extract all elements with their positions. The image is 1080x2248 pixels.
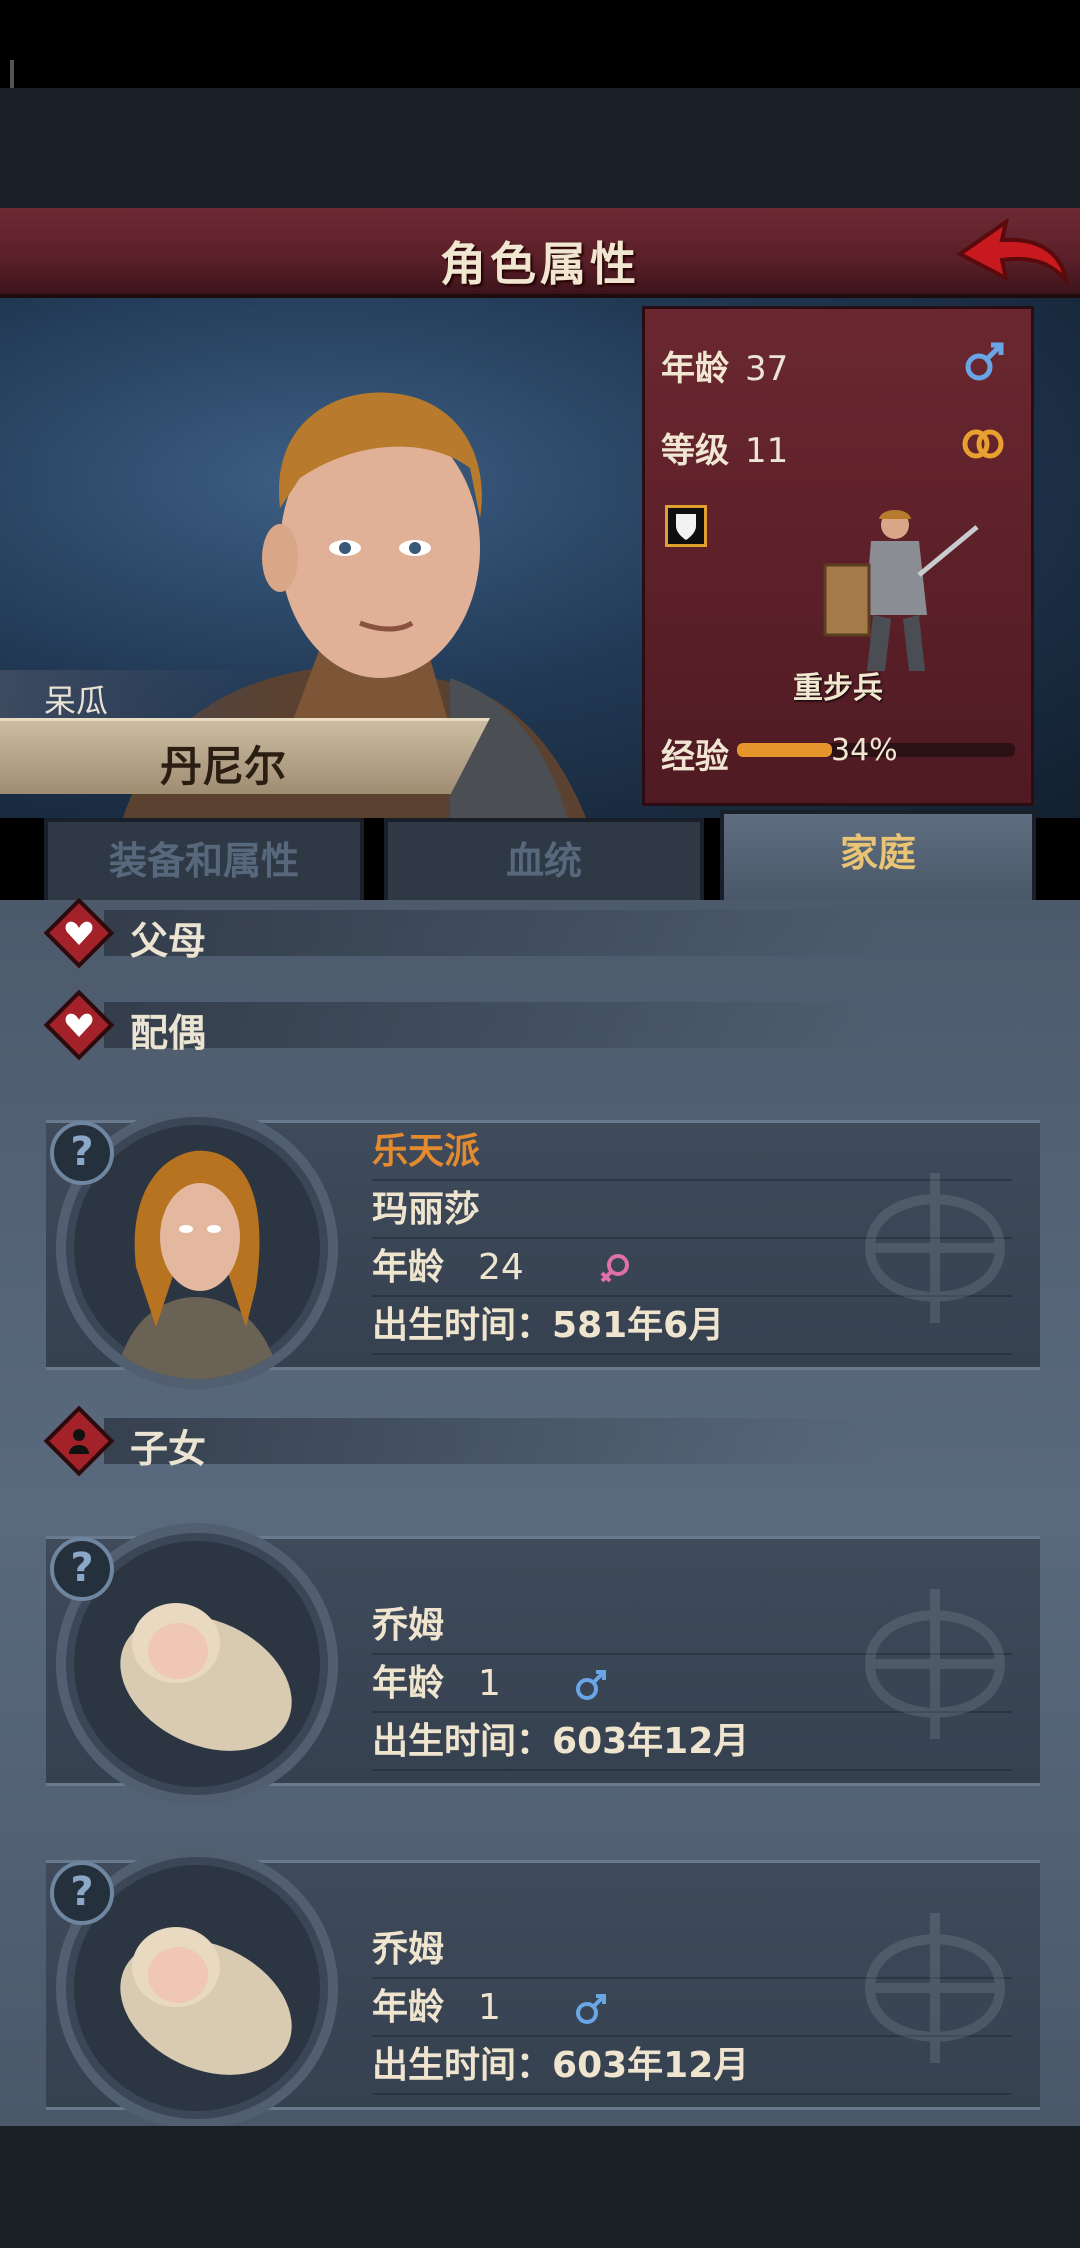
male-icon bbox=[576, 1670, 607, 1700]
character-name: 丹尼尔 bbox=[160, 742, 287, 791]
parents-label: 父母 bbox=[130, 919, 207, 963]
tab-equipment[interactable]: 装备和属性 bbox=[44, 818, 364, 904]
child-age-value: 1 bbox=[478, 1663, 501, 1704]
female-icon bbox=[600, 1254, 630, 1283]
knot-ornament bbox=[864, 1913, 1006, 2063]
shield-icon[interactable] bbox=[665, 505, 707, 547]
title-bar: 角色属性 bbox=[0, 208, 1080, 298]
tab-bar: 装备和属性 血统 家庭 bbox=[44, 810, 1044, 904]
page-title: 角色属性 bbox=[440, 237, 640, 291]
section-band bbox=[104, 1002, 884, 1048]
heart-icon bbox=[65, 1013, 93, 1037]
child-age-label: 年龄 bbox=[372, 1987, 445, 2028]
tab-lineage[interactable]: 血统 bbox=[384, 818, 704, 904]
child-card[interactable]: ? 乔姆 年龄 1 出生时间：603年12月 bbox=[46, 1523, 1040, 1805]
question-icon[interactable]: ? bbox=[50, 1861, 114, 1925]
male-icon bbox=[965, 342, 1004, 381]
family-content: 父母 配偶 ? 乐天派 玛丽莎 年龄 24 出生时间：581年6月 子女 ? 乔… bbox=[0, 897, 1080, 2129]
knot-ornament bbox=[864, 1589, 1006, 1739]
level-value: 11 bbox=[745, 431, 789, 471]
heart-icon bbox=[65, 921, 93, 945]
stat-panel: 年龄 37 等级 11 重步兵 经验 34% bbox=[642, 306, 1034, 806]
age-row: 年龄 37 bbox=[661, 341, 788, 390]
spouse-birth-label: 出生时间： bbox=[372, 1305, 553, 1346]
section-band bbox=[104, 1418, 884, 1464]
child-birth-label: 出生时间： bbox=[372, 1721, 553, 1762]
section-band bbox=[104, 910, 884, 956]
question-icon[interactable]: ? bbox=[50, 1121, 114, 1185]
spouse-label: 配偶 bbox=[130, 1011, 207, 1055]
spouse-age-label: 年龄 bbox=[372, 1247, 445, 1288]
knot-ornament bbox=[864, 1173, 1006, 1323]
soldier-figure bbox=[823, 510, 979, 671]
exp-percent: 34% bbox=[831, 733, 898, 768]
marriage-ring-icon bbox=[962, 429, 1004, 459]
back-button[interactable] bbox=[952, 216, 1072, 292]
spouse-birth-value: 581年6月 bbox=[552, 1305, 725, 1346]
child-birth-value: 603年12月 bbox=[552, 1721, 750, 1762]
children-label: 子女 bbox=[130, 1427, 207, 1471]
age-value: 37 bbox=[745, 349, 789, 389]
child-birth-value: 603年12月 bbox=[552, 2045, 750, 2086]
class-name: 重步兵 bbox=[793, 671, 883, 706]
exp-bar-fill bbox=[737, 743, 832, 757]
child-age-value: 1 bbox=[478, 1987, 501, 2028]
character-nickname: 呆瓜 bbox=[44, 682, 109, 720]
spouse-age-value: 24 bbox=[478, 1247, 524, 1288]
age-label: 年龄 bbox=[661, 349, 729, 389]
child-card[interactable]: ? 乔姆 年龄 1 出生时间：603年12月 bbox=[46, 1847, 1040, 2129]
child-age-label: 年龄 bbox=[372, 1663, 445, 1704]
top-band bbox=[0, 88, 1080, 208]
section-parents[interactable]: 父母 bbox=[43, 897, 1044, 969]
status-bar bbox=[0, 0, 1080, 150]
child-birth-label: 出生时间： bbox=[372, 2045, 553, 2086]
level-label: 等级 bbox=[661, 431, 729, 471]
level-row: 等级 11 bbox=[661, 423, 788, 472]
bottom-band bbox=[0, 2126, 1080, 2248]
name-plate: 丹尼尔 bbox=[0, 718, 490, 794]
nickname-bar: 呆瓜 bbox=[0, 670, 280, 720]
back-arrow-icon bbox=[956, 217, 1070, 287]
exp-label: 经验 bbox=[661, 737, 729, 777]
spouse-card[interactable]: ? 乐天派 玛丽莎 年龄 24 出生时间：581年6月 bbox=[46, 1107, 1040, 1389]
hero-section: 呆瓜 丹尼尔 年龄 37 等级 11 重步兵 经验 34% bbox=[0, 298, 1080, 818]
section-children[interactable]: 子女 bbox=[43, 1405, 1044, 1477]
question-icon[interactable]: ? bbox=[50, 1537, 114, 1601]
person-icon bbox=[69, 1429, 89, 1454]
male-icon bbox=[576, 1994, 607, 2024]
tab-family[interactable]: 家庭 bbox=[720, 810, 1036, 904]
section-spouse[interactable]: 配偶 bbox=[43, 989, 1044, 1061]
